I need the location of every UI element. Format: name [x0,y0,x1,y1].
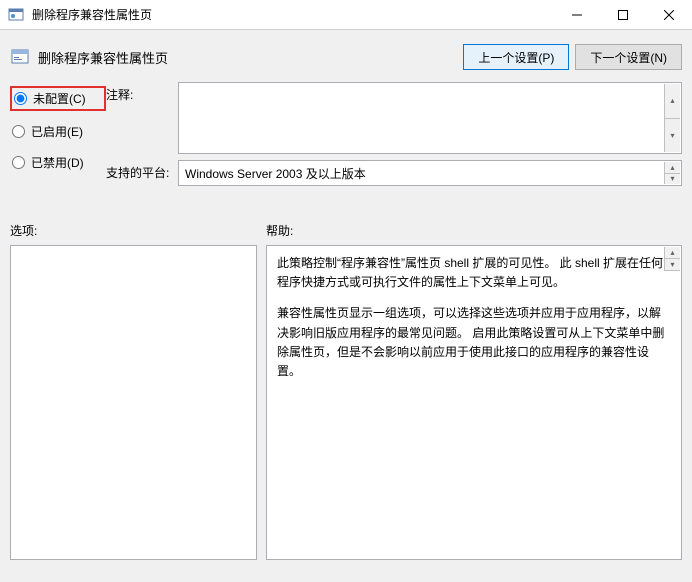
help-spinner[interactable]: ▴▾ [664,247,680,271]
radio-not-configured-input[interactable] [14,92,27,105]
comment-textarea[interactable]: ▴▾ [178,82,682,154]
help-label: 帮助: [266,222,682,239]
maximize-button[interactable] [600,0,646,29]
page-icon [10,47,30,67]
options-label: 选项: [10,222,266,239]
radio-disabled-label: 已禁用(D) [31,154,84,171]
platform-value: Windows Server 2003 及以上版本 [185,165,366,182]
radio-disabled-input[interactable] [12,156,25,169]
radio-enabled-label: 已启用(E) [31,123,83,140]
radio-enabled-input[interactable] [12,125,25,138]
help-paragraph-2: 兼容性属性页显示一组选项，可以选择这些选项并应用于应用程序，以解决影响旧版应用程… [277,304,671,381]
radio-not-configured[interactable]: 未配置(C) [10,86,106,111]
comment-spinner[interactable]: ▴▾ [664,84,680,152]
titlebar: 删除程序兼容性属性页 [0,0,692,30]
window-controls [554,0,692,29]
minimize-button[interactable] [554,0,600,29]
platform-field: Windows Server 2003 及以上版本 ▴▾ [178,160,682,186]
help-paragraph-1: 此策略控制“程序兼容性”属性页 shell 扩展的可见性。 此 shell 扩展… [277,254,671,292]
platform-spinner[interactable]: ▴▾ [664,162,680,184]
platform-label: 支持的平台: [106,160,178,186]
radio-enabled[interactable]: 已启用(E) [10,121,106,142]
prev-setting-button[interactable]: 上一个设置(P) [463,44,569,70]
options-panel [10,245,257,560]
page-title: 删除程序兼容性属性页 [38,48,168,67]
state-radio-group: 未配置(C) 已启用(E) 已禁用(D) [10,82,106,192]
close-button[interactable] [646,0,692,29]
radio-disabled[interactable]: 已禁用(D) [10,152,106,173]
help-panel: ▴▾ 此策略控制“程序兼容性”属性页 shell 扩展的可见性。 此 shell… [266,245,682,560]
comment-label: 注释: [106,82,178,154]
radio-not-configured-label: 未配置(C) [33,90,86,107]
policy-icon [8,7,24,23]
header-row: 删除程序兼容性属性页 上一个设置(P) 下一个设置(N) [0,30,692,80]
next-setting-button[interactable]: 下一个设置(N) [575,44,682,70]
window-title: 删除程序兼容性属性页 [32,6,554,23]
